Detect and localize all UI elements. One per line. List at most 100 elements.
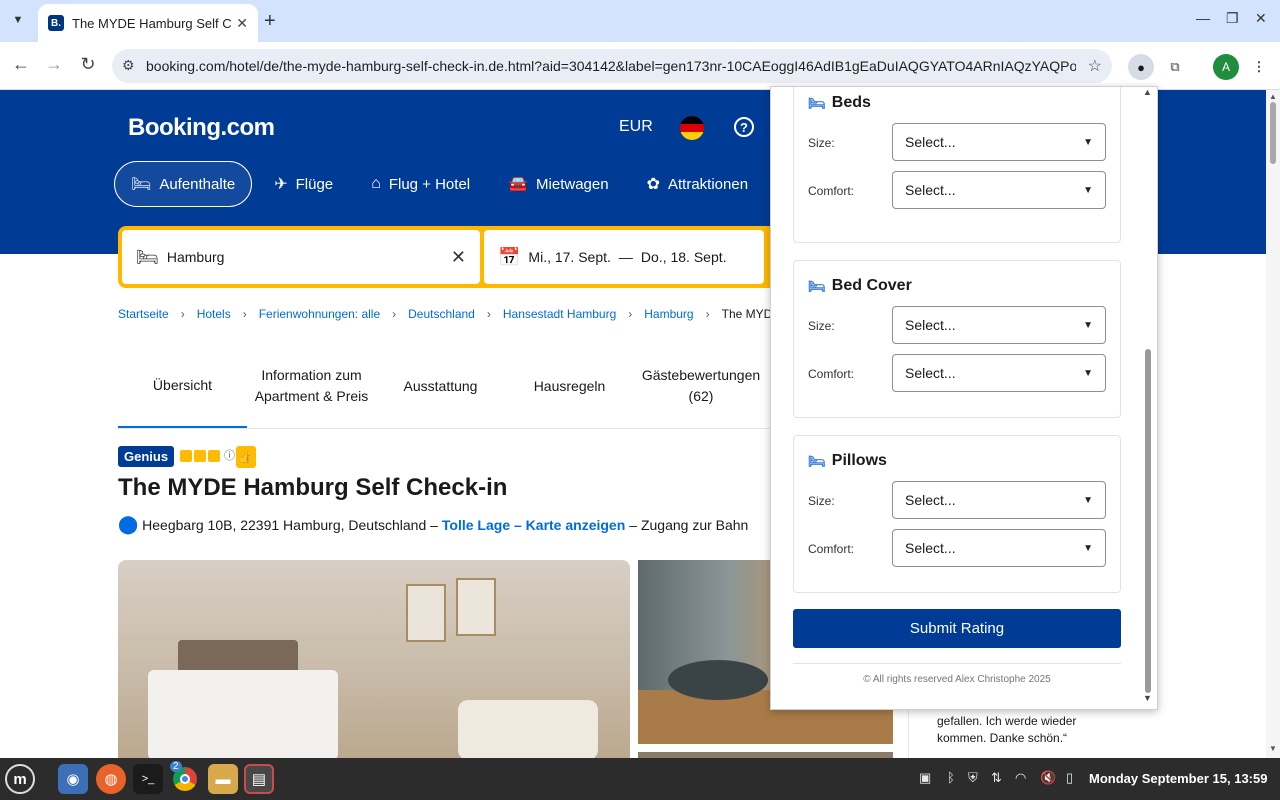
forward-arrow-icon[interactable]: →: [42, 54, 66, 75]
back-arrow-icon[interactable]: ←: [9, 54, 33, 75]
clear-destination-icon[interactable]: ✕: [451, 247, 466, 268]
bookmark-star-icon[interactable]: ☆: [1088, 56, 1102, 76]
review-line: kommen. Danke schön.“: [937, 731, 1068, 745]
breadcrumb-item[interactable]: Hotels: [197, 307, 231, 321]
comfort-label: Comfort:: [808, 184, 855, 198]
date-picker[interactable]: 📅 Mi., 17. Sept. — Do., 18. Sept.: [484, 230, 764, 284]
extensions-puzzle-icon[interactable]: ⧉: [1162, 54, 1188, 80]
url-text[interactable]: booking.com/hotel/de/the-myde-hamburg-se…: [146, 58, 1076, 74]
profile-avatar[interactable]: A: [1213, 54, 1239, 80]
network-icon[interactable]: ⇅: [991, 770, 1002, 786]
language-flag-icon[interactable]: [680, 116, 704, 140]
mint-menu-icon[interactable]: m: [5, 764, 35, 794]
clipboard-icon[interactable]: ▯: [1066, 770, 1073, 786]
select-value: Select...: [905, 317, 956, 333]
nav-label: Flug + Hotel: [388, 175, 471, 193]
copyright-text: © All rights reserved Alex Christophe 20…: [863, 674, 1051, 685]
bed-icon: 🛏: [808, 94, 826, 111]
rating-extension-icon[interactable]: ●: [1128, 54, 1154, 80]
divider: [793, 663, 1121, 664]
text-editor-icon[interactable]: ▤: [244, 764, 274, 794]
pillows-comfort-select[interactable]: Select... ▼: [892, 529, 1106, 567]
section-title: Bed Cover: [831, 277, 912, 294]
tab-title: The MYDE Hamburg Self Check-in: [72, 15, 232, 31]
size-label: Size:: [808, 136, 835, 150]
date-separator: —: [618, 249, 633, 265]
tab-overview[interactable]: Übersicht: [118, 344, 247, 428]
tray-app-icon[interactable]: ▣: [919, 770, 931, 786]
comfort-label: Comfort:: [808, 367, 855, 381]
show-map-link[interactable]: Tolle Lage – Karte anzeigen: [442, 517, 625, 533]
address-text: Heegbarg 10B, 22391 Hamburg, Deutschland…: [142, 516, 438, 533]
scroll-up-icon[interactable]: ▲: [1143, 87, 1152, 97]
breadcrumb-item[interactable]: Ferienwohnungen: alle: [259, 307, 380, 321]
browser-menu-icon[interactable]: ⋮: [1246, 54, 1272, 80]
chrome-icon[interactable]: 2: [170, 761, 200, 794]
bluetooth-icon[interactable]: ᛒ: [947, 770, 955, 785]
submit-rating-button[interactable]: Submit Rating: [793, 609, 1121, 648]
scroll-down-icon[interactable]: ▼: [1269, 744, 1277, 753]
bed-icon: 🛏: [808, 277, 826, 294]
scrollbar-thumb[interactable]: [1270, 102, 1276, 164]
popup-scrollbar[interactable]: ▲ ▼: [1143, 87, 1153, 709]
chrome-logo-center: [180, 774, 190, 784]
hotel-main-photo[interactable]: [118, 560, 630, 760]
tab-reviews[interactable]: Gästebewertungen (62): [634, 344, 768, 428]
currency-selector[interactable]: EUR: [619, 118, 653, 136]
tab-facilities[interactable]: Ausstattung: [376, 344, 505, 428]
destination-input[interactable]: 🛏 Hamburg ✕: [122, 230, 480, 284]
scrollbar-thumb[interactable]: [1145, 349, 1151, 693]
bed-cover-size-select[interactable]: Select... ▼: [892, 306, 1106, 344]
help-icon[interactable]: ?: [734, 117, 754, 137]
select-value: Select...: [905, 365, 956, 381]
booking-logo[interactable]: Booking.com: [128, 114, 275, 142]
maximize-icon[interactable]: ❐: [1226, 10, 1239, 27]
nav-flight-hotel[interactable]: ⌂ Flug + Hotel: [355, 161, 486, 207]
breadcrumb-item[interactable]: Deutschland: [408, 307, 475, 321]
breadcrumb-item[interactable]: Hamburg: [644, 307, 693, 321]
tab-apartment-info[interactable]: Information zum Apartment & Preis: [247, 344, 376, 428]
nav-car-rental[interactable]: 🚘 Mietwagen: [492, 161, 624, 207]
beds-comfort-select[interactable]: Select... ▼: [892, 171, 1106, 209]
pillows-size-select[interactable]: Select... ▼: [892, 481, 1106, 519]
rating-card-pillows: 🛏 Pillows Size: Select... ▼ Comfort: Sel…: [793, 435, 1121, 593]
bed-icon: 🛏: [131, 176, 152, 193]
terminal-icon[interactable]: >_: [133, 764, 163, 794]
wifi-icon[interactable]: ◠: [1015, 770, 1026, 786]
breadcrumb-item[interactable]: Hansestadt Hamburg: [503, 307, 616, 321]
scroll-up-icon[interactable]: ▲: [1269, 92, 1277, 101]
nav-label: Aufenthalte: [159, 175, 236, 193]
info-icon[interactable]: ⓘ: [224, 450, 235, 462]
breadcrumb-item[interactable]: Startseite: [118, 307, 169, 321]
new-tab-plus-icon[interactable]: +: [264, 10, 276, 33]
chevron-down-icon: ▼: [1083, 184, 1093, 196]
shield-icon[interactable]: ⛨: [968, 770, 978, 786]
window-close-icon[interactable]: ✕: [1255, 10, 1267, 27]
firefox-icon[interactable]: ◍: [96, 764, 126, 794]
tab-close-icon[interactable]: ✕: [236, 15, 248, 32]
page-scrollbar[interactable]: ▲ ▼: [1266, 90, 1280, 758]
star-icon: [194, 450, 206, 462]
select-value: Select...: [905, 182, 956, 198]
minimize-icon[interactable]: —: [1196, 10, 1210, 26]
site-info-icon[interactable]: ⚙: [122, 57, 135, 74]
tab-search-chevron-icon[interactable]: ▼: [6, 8, 30, 32]
nav-attractions[interactable]: ✿ Attraktionen: [631, 161, 764, 207]
scroll-down-icon[interactable]: ▼: [1143, 693, 1152, 703]
address-bar[interactable]: ⚙ booking.com/hotel/de/the-myde-hamburg-…: [112, 49, 1112, 83]
screenshot-app-icon[interactable]: ◉: [58, 764, 88, 794]
nav-flights[interactable]: ✈ Flüge: [258, 161, 349, 207]
rating-extension-popup: 🛏 Beds Size: Select... ▼ Comfort: Select…: [770, 86, 1158, 710]
clock[interactable]: Monday September 15, 13:59: [1089, 771, 1267, 786]
browser-tab[interactable]: B. The MYDE Hamburg Self Check-in ✕: [38, 4, 258, 42]
nav-stays[interactable]: 🛏 Aufenthalte: [114, 161, 253, 207]
reload-icon[interactable]: ↻: [76, 54, 100, 75]
volume-mute-icon[interactable]: 🔇: [1040, 770, 1056, 786]
tab-house-rules[interactable]: Hausregeln: [505, 344, 634, 428]
browser-toolbar: ← → ↻ ⚙ booking.com/hotel/de/the-myde-ha…: [0, 42, 1280, 90]
beds-size-select[interactable]: Select... ▼: [892, 123, 1106, 161]
select-value: Select...: [905, 134, 956, 150]
bed-cover-comfort-select[interactable]: Select... ▼: [892, 354, 1106, 392]
photo-sofa: [458, 700, 598, 760]
files-folder-icon[interactable]: ▬: [208, 764, 238, 794]
